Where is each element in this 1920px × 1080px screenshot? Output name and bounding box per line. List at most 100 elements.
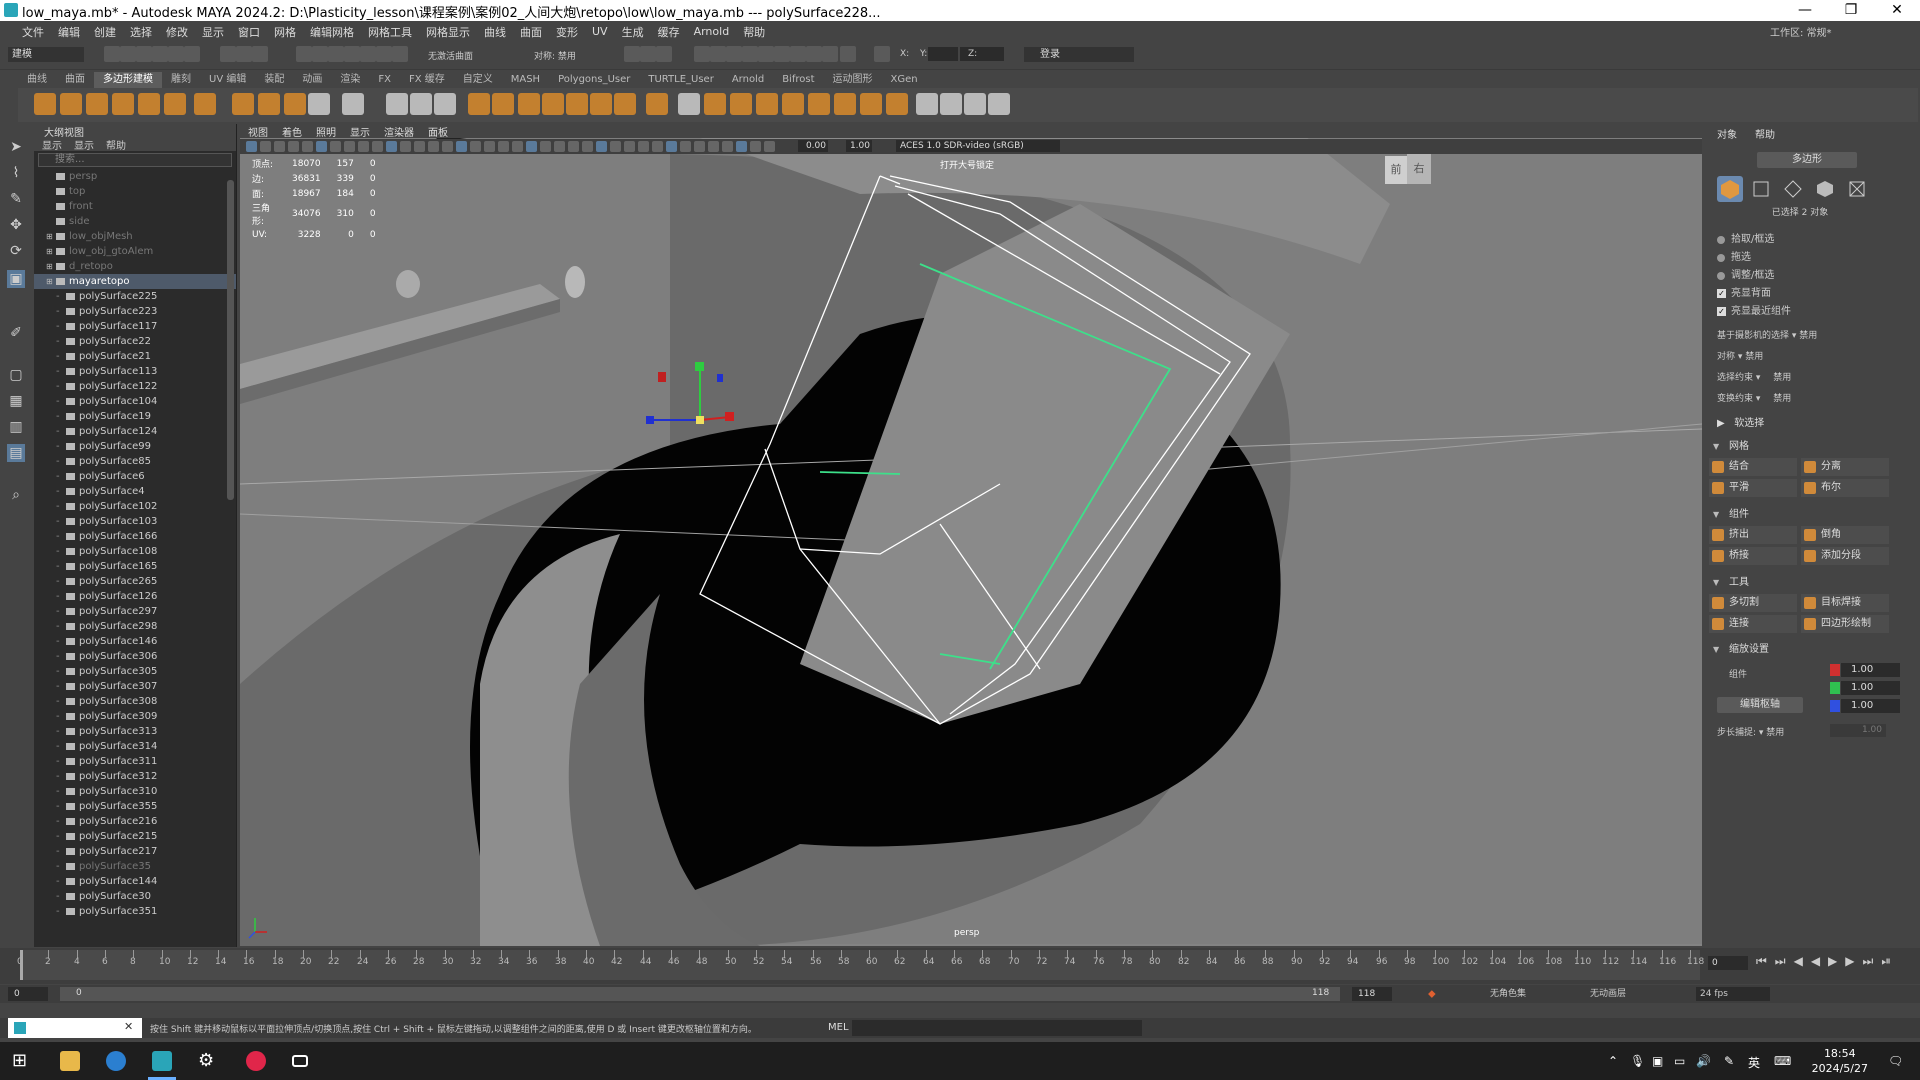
network-icon[interactable]: ▭ bbox=[1674, 1054, 1685, 1068]
anim-layer-dropdown[interactable]: 无动画层 bbox=[1590, 987, 1680, 1001]
outliner-item[interactable]: - polySurface215 bbox=[34, 829, 236, 844]
status-tool-icon[interactable] bbox=[726, 46, 742, 62]
viewport-tool-icon[interactable] bbox=[274, 141, 285, 152]
shelf-tool-icon[interactable] bbox=[834, 93, 856, 115]
minimize-button[interactable]: — bbox=[1782, 0, 1828, 21]
viewport-tool-icon[interactable] bbox=[540, 141, 551, 152]
viewport-tool-icon[interactable] bbox=[526, 141, 537, 152]
mel-command-input[interactable] bbox=[852, 1020, 1142, 1036]
shelf-tool-icon[interactable] bbox=[916, 93, 938, 115]
outliner-item[interactable]: - polySurface309 bbox=[34, 709, 236, 724]
outliner-scrollbar[interactable] bbox=[227, 180, 234, 500]
shelf-tool-icon[interactable] bbox=[468, 93, 490, 115]
maya-taskbar-preview[interactable]: ✕ bbox=[8, 1018, 142, 1038]
file-explorer-icon[interactable] bbox=[60, 1051, 80, 1071]
outliner-item[interactable]: - polySurface313 bbox=[34, 724, 236, 739]
selection-option[interactable]: 拖选 bbox=[1717, 250, 1751, 266]
toolkit-tool-button[interactable]: 分离 bbox=[1801, 458, 1889, 476]
viewport-tool-icon[interactable] bbox=[386, 141, 397, 152]
selection-option[interactable]: 拾取/框选 bbox=[1717, 232, 1774, 248]
viewport-menu-item[interactable]: 照明 bbox=[316, 124, 336, 139]
shelf-tool-icon[interactable] bbox=[86, 93, 108, 115]
shelf-tool-icon[interactable] bbox=[492, 93, 514, 115]
status-tool-icon[interactable] bbox=[184, 46, 200, 62]
toolkit-tool-button[interactable]: 目标焊接 bbox=[1801, 594, 1889, 612]
shelf-tool-icon[interactable] bbox=[34, 93, 56, 115]
shelf-tab[interactable]: TURTLE_User bbox=[639, 72, 722, 88]
toolkit-tool-button[interactable]: 桥接 bbox=[1709, 547, 1797, 565]
outliner-item[interactable]: - polySurface306 bbox=[34, 649, 236, 664]
status-tool-icon[interactable] bbox=[252, 46, 268, 62]
outliner-item[interactable]: - polySurface6 bbox=[34, 469, 236, 484]
shelf-tool-icon[interactable] bbox=[164, 93, 186, 115]
outliner-item[interactable]: - polySurface165 bbox=[34, 559, 236, 574]
viewport-tool-icon[interactable] bbox=[498, 141, 509, 152]
scale-z-field[interactable]: 1.00 bbox=[1841, 699, 1901, 713]
paint-select-icon[interactable]: ✎ bbox=[7, 190, 25, 208]
menu-item[interactable]: 网格 bbox=[274, 24, 296, 40]
restore-button[interactable]: ❐ bbox=[1828, 0, 1874, 21]
preview-close-icon[interactable]: ✕ bbox=[124, 1020, 133, 1033]
outliner-item[interactable]: top bbox=[34, 184, 236, 199]
close-button[interactable]: ✕ bbox=[1874, 0, 1920, 21]
video-recorder-icon[interactable] bbox=[292, 1055, 308, 1067]
outliner-item[interactable]: side bbox=[34, 214, 236, 229]
viewport-tool-icon[interactable] bbox=[400, 141, 411, 152]
toolkit-tool-button[interactable]: 平滑 bbox=[1709, 479, 1797, 497]
viewport-menu-item[interactable]: 面板 bbox=[428, 124, 448, 139]
menu-item[interactable]: 曲面 bbox=[520, 24, 542, 40]
menu-item[interactable]: 帮助 bbox=[743, 24, 765, 40]
viewport-tool-icon[interactable] bbox=[582, 141, 593, 152]
outliner-item[interactable]: - polySurface21 bbox=[34, 349, 236, 364]
menu-item[interactable]: 生成 bbox=[622, 24, 644, 40]
viewport-tool-icon[interactable] bbox=[442, 141, 453, 152]
shelf-tool-icon[interactable] bbox=[542, 93, 564, 115]
radio-icon[interactable] bbox=[1717, 272, 1725, 280]
outliner-item[interactable]: - polySurface308 bbox=[34, 694, 236, 709]
shelf-tab[interactable]: 动画 bbox=[293, 72, 331, 88]
outliner-menu-item[interactable]: 显示 bbox=[42, 141, 62, 152]
workspace-selector[interactable]: 工作区: 常规* bbox=[1770, 24, 1832, 39]
outliner-menu-item[interactable]: 帮助 bbox=[106, 141, 126, 152]
outliner-item[interactable]: - polySurface310 bbox=[34, 784, 236, 799]
microphone-icon[interactable]: 🎙 bbox=[1630, 1054, 1645, 1068]
script-language-toggle[interactable]: MEL bbox=[828, 1022, 849, 1033]
status-tool-icon[interactable] bbox=[790, 46, 806, 62]
menu-item[interactable]: 缓存 bbox=[658, 24, 680, 40]
toolkit-tool-button[interactable]: 布尔 bbox=[1801, 479, 1889, 497]
status-tool-icon[interactable] bbox=[694, 46, 710, 62]
status-tool-icon[interactable] bbox=[120, 46, 136, 62]
ime-language-indicator[interactable]: 英 bbox=[1748, 1054, 1760, 1071]
shelf-tab[interactable]: 多边形建模 bbox=[94, 72, 162, 88]
outliner-item[interactable]: - polySurface108 bbox=[34, 544, 236, 559]
status-tool-icon[interactable] bbox=[168, 46, 184, 62]
toolkit-tool-button[interactable]: 四边形绘制 bbox=[1801, 615, 1889, 633]
status-tool-icon[interactable] bbox=[656, 46, 672, 62]
shelf-tab[interactable]: Polygons_User bbox=[549, 72, 639, 88]
viewport-tool-icon[interactable] bbox=[722, 141, 733, 152]
outliner-item[interactable]: front bbox=[34, 199, 236, 214]
viewport-tool-icon[interactable] bbox=[638, 141, 649, 152]
outliner-item[interactable]: - polySurface166 bbox=[34, 529, 236, 544]
status-tool-icon[interactable] bbox=[640, 46, 656, 62]
viewport-tool-icon[interactable] bbox=[764, 141, 775, 152]
viewport-tool-icon[interactable] bbox=[260, 141, 271, 152]
viewport-tool-icon[interactable] bbox=[694, 141, 705, 152]
shelf-tool-icon[interactable] bbox=[138, 93, 160, 115]
step-snap-option[interactable]: 步长捕捉: ▾ 禁用 bbox=[1717, 725, 1784, 738]
shelf-tool-icon[interactable] bbox=[386, 93, 408, 115]
keyboard-layout-icon[interactable]: ⌨ bbox=[1774, 1054, 1791, 1068]
shelf-tool-icon[interactable] bbox=[756, 93, 778, 115]
system-clock[interactable]: 18:54 2024/5/27 bbox=[1812, 1046, 1868, 1076]
status-tool-icon[interactable] bbox=[376, 46, 392, 62]
object-mode-icon[interactable] bbox=[1717, 176, 1743, 202]
scale-x-field[interactable]: 1.00 bbox=[1841, 663, 1901, 677]
viewport-tool-icon[interactable] bbox=[750, 141, 761, 152]
checkbox-icon[interactable]: ✓ bbox=[1717, 307, 1726, 316]
selection-constraint[interactable]: 选择约束 ▾ 禁用 bbox=[1717, 370, 1791, 383]
menu-item[interactable]: 变形 bbox=[556, 24, 578, 40]
shelf-tool-icon[interactable] bbox=[646, 93, 668, 115]
status-tool-icon[interactable] bbox=[220, 46, 236, 62]
status-tool-icon[interactable] bbox=[104, 46, 120, 62]
viewport-tool-icon[interactable] bbox=[288, 141, 299, 152]
